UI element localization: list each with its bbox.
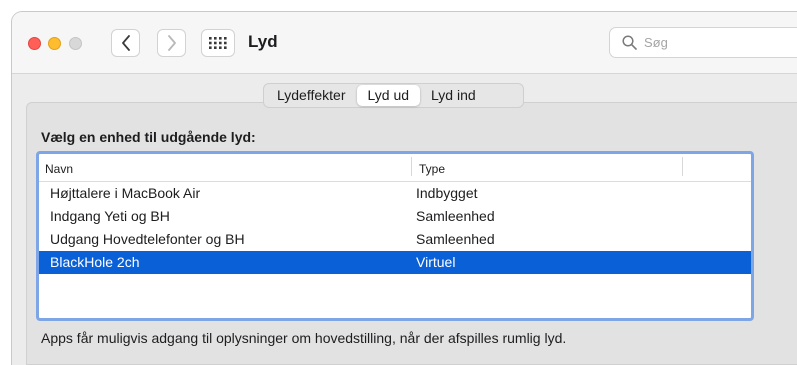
output-device-table[interactable]: Navn Type Højttalere i MacBook Air Indby… <box>36 151 754 321</box>
table-row[interactable]: Højttalere i MacBook Air Indbygget <box>39 182 751 205</box>
device-name: BlackHole 2ch <box>50 254 140 270</box>
search-input[interactable] <box>644 35 784 50</box>
device-name: Indgang Yeti og BH <box>50 208 170 224</box>
window-title: Lyd <box>248 32 278 51</box>
device-type: Samleenhed <box>416 231 495 247</box>
grid-icon <box>209 37 227 49</box>
device-type: Samleenhed <box>416 208 495 224</box>
back-button[interactable] <box>111 29 140 57</box>
search-icon <box>622 35 637 50</box>
device-type: Virtuel <box>416 254 456 270</box>
show-all-button[interactable] <box>201 29 235 57</box>
table-header: Navn Type <box>39 154 751 182</box>
table-row-selected[interactable]: BlackHole 2ch Virtuel <box>39 251 751 274</box>
tab-output[interactable]: Lyd ud <box>356 85 421 106</box>
table-row[interactable]: Udgang Hovedtelefonter og BH Samleenhed <box>39 228 751 251</box>
tab-bar: Lydeffekter Lyd ud Lyd ind <box>263 83 524 108</box>
device-name: Udgang Hovedtelefonter og BH <box>50 231 245 247</box>
close-icon[interactable] <box>28 37 41 50</box>
column-divider[interactable] <box>411 157 412 176</box>
search-field[interactable] <box>609 27 797 58</box>
zoom-icon[interactable] <box>69 37 82 50</box>
column-header-type[interactable]: Type <box>419 162 445 176</box>
tab-input[interactable]: Lyd ind <box>420 85 487 106</box>
toolbar: Lyd <box>12 12 797 74</box>
output-heading: Vælg en enhed til udgående lyd: <box>41 129 256 145</box>
device-type: Indbygget <box>416 185 478 201</box>
table-row[interactable]: Indgang Yeti og BH Samleenhed <box>39 205 751 228</box>
spatial-audio-note: Apps får muligvis adgang til oplysninger… <box>41 330 567 346</box>
forward-button[interactable] <box>157 29 186 57</box>
chevron-right-icon <box>167 35 176 51</box>
device-name: Højttalere i MacBook Air <box>50 185 201 201</box>
column-divider[interactable] <box>682 157 683 176</box>
chevron-left-icon <box>121 35 130 51</box>
column-header-name[interactable]: Navn <box>45 162 73 176</box>
tab-sound-effects[interactable]: Lydeffekter <box>266 85 357 106</box>
minimize-icon[interactable] <box>48 37 61 50</box>
